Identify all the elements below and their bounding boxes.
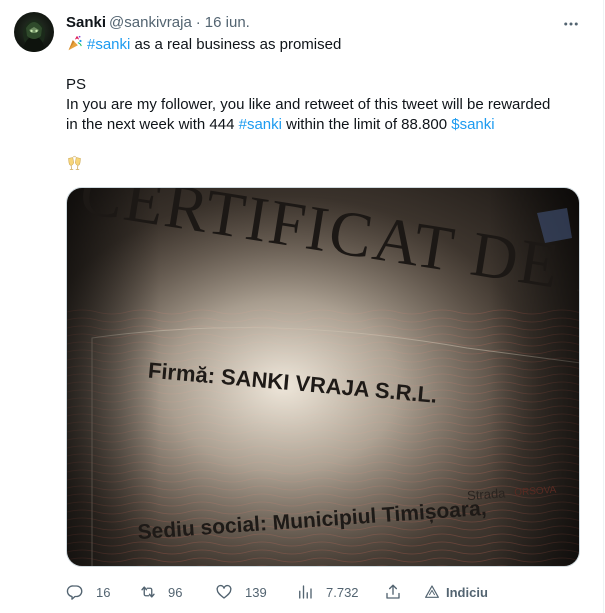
blank-line-2 — [66, 135, 586, 155]
tweet-line-4-text-b: within the limit of 88.800 — [281, 116, 452, 133]
tweet-line-3: In you are my follower, you like and ret… — [66, 96, 551, 113]
avatar[interactable] — [14, 12, 54, 52]
reply-button[interactable]: 16 — [66, 580, 110, 604]
views-button[interactable]: 7.732 — [296, 580, 359, 604]
share-button[interactable] — [384, 580, 402, 604]
tweet-date[interactable]: 16 iun. — [205, 14, 250, 31]
indiciu-label: Indiciu — [446, 584, 488, 600]
separator-dot: · — [195, 14, 201, 31]
retweet-count: 96 — [168, 584, 183, 600]
reply-count: 16 — [96, 584, 111, 600]
share-icon — [386, 584, 400, 599]
tweet-line-1: #sanki as a real business as promised — [66, 35, 586, 55]
analytics-icon — [299, 585, 312, 599]
more-horizontal-icon — [564, 22, 578, 26]
tweet-text: #sanki as a real business as promised PS… — [66, 35, 586, 175]
tweet-media-image[interactable]: CERTIFICAT DE ÎNR Firmă: SANKI VRAJA S.R… — [66, 187, 580, 567]
certificate-strada-text: Strada — [467, 485, 507, 503]
tweet-actions: 16 96 139 7.732 Indiciu — [66, 580, 488, 604]
cashtag-sanki[interactable]: $sanki — [451, 116, 494, 133]
tweet-line-4-text-a: in the next week with 444 — [66, 116, 239, 133]
views-count: 7.732 — [326, 584, 359, 600]
tweet-line-4: in the next week with 444 #sanki within … — [66, 115, 586, 135]
tweet-header: Sanki @sankivraja · 16 iun. — [66, 13, 250, 33]
hashtag-sanki[interactable]: #sanki — [87, 36, 130, 53]
indiciu-button[interactable]: Indiciu — [424, 580, 488, 604]
author-handle[interactable]: @sankivraja — [109, 14, 192, 31]
certificate-photo: CERTIFICAT DE ÎNR Firmă: SANKI VRAJA S.R… — [67, 188, 579, 566]
tweet-line-1-text: as a real business as promised — [130, 36, 342, 53]
heart-icon — [216, 584, 232, 599]
tweet-article[interactable]: Sanki @sankivraja · 16 iun. #sanki as a rea… — [0, 0, 604, 613]
ps-line: PS — [66, 76, 87, 93]
promote-triangle-icon — [425, 585, 439, 598]
more-options-button[interactable] — [559, 12, 583, 36]
clinking-glasses-icon — [68, 155, 81, 170]
like-button[interactable]: 139 — [215, 580, 267, 604]
tweet-line-emoji — [66, 155, 586, 175]
hashtag-sanki-2[interactable]: #sanki — [239, 116, 282, 133]
like-count: 139 — [245, 584, 267, 600]
party-popper-icon — [68, 35, 82, 51]
reply-icon — [66, 585, 83, 600]
author-display-name[interactable]: Sanki — [66, 14, 106, 31]
retweet-button[interactable]: 96 — [138, 580, 182, 604]
retweet-icon — [141, 586, 155, 598]
